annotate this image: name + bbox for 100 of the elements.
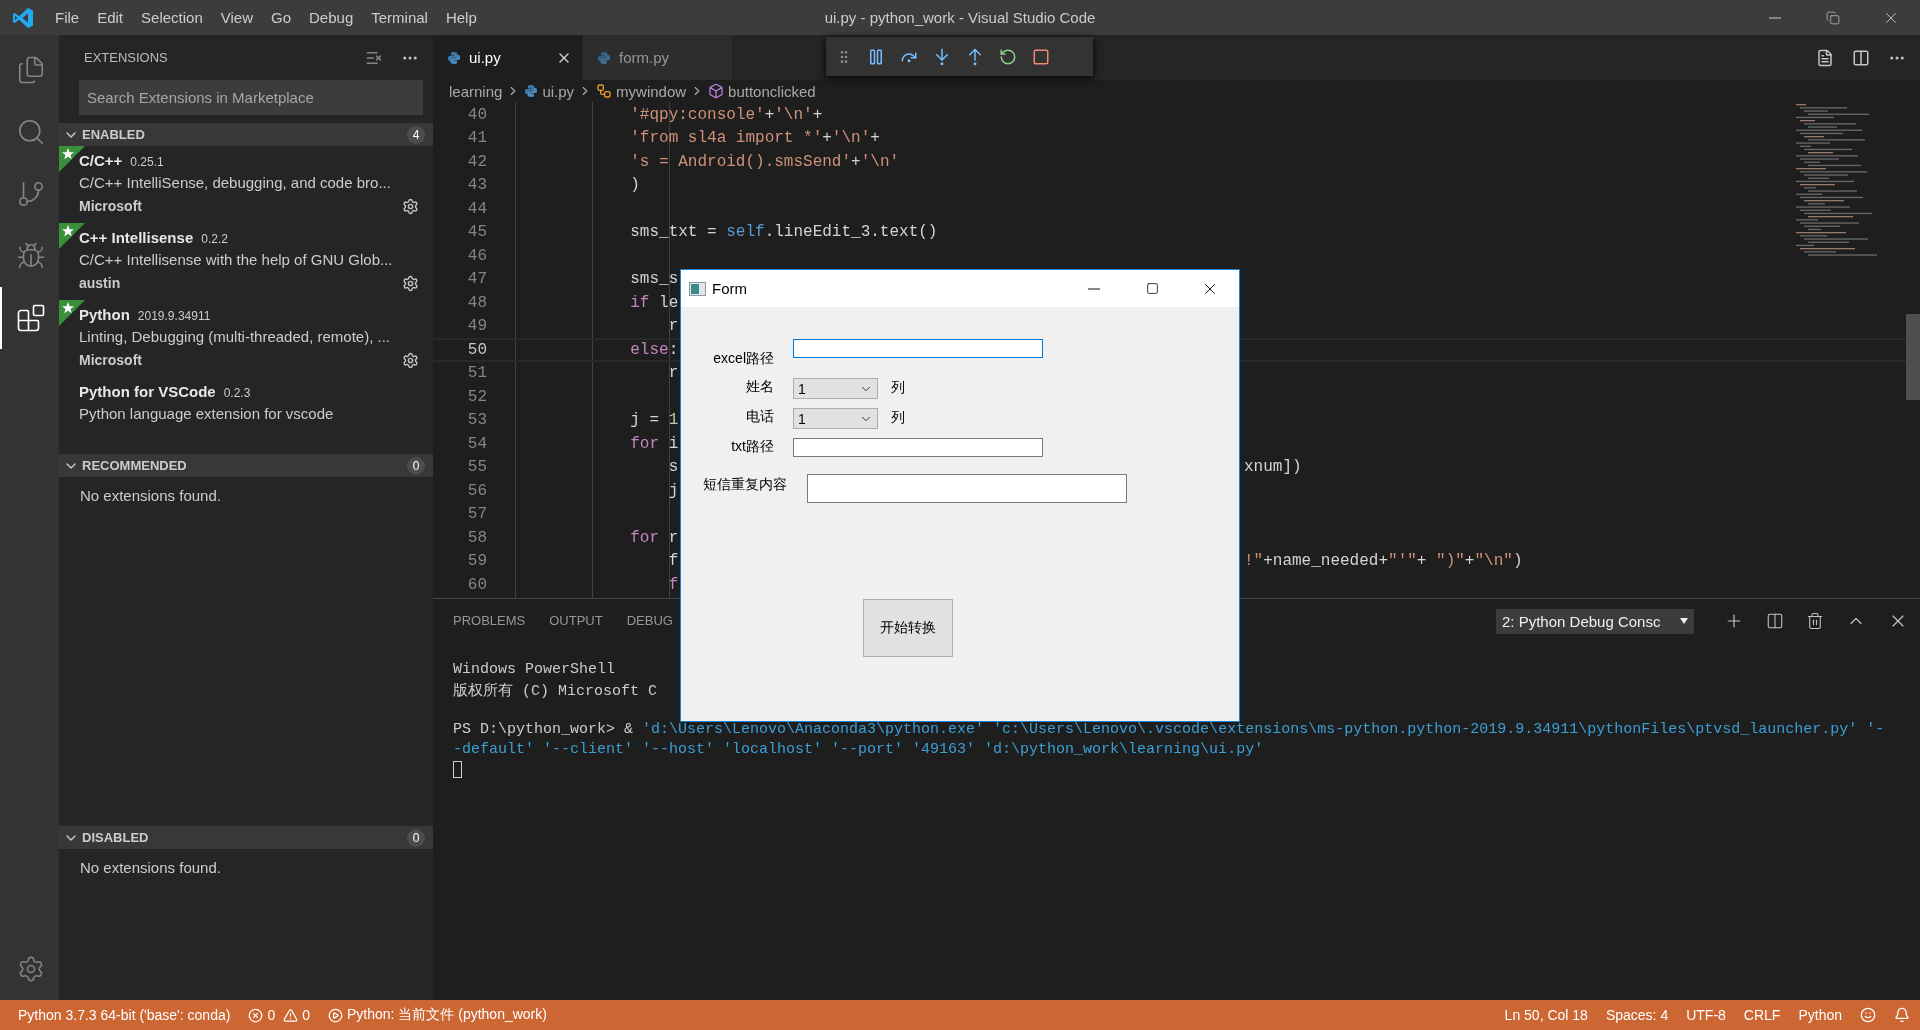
status-item[interactable]: Python 3.7.3 64-bit ('base': conda): [18, 1007, 231, 1023]
status-item[interactable]: CRLF: [1743, 1007, 1781, 1023]
extension-name: Python: [79, 306, 130, 323]
line-number: 45: [466, 223, 487, 242]
extension-name: C/C++: [79, 152, 123, 169]
status-item[interactable]: Ln 50, Col 18: [1504, 1007, 1588, 1023]
extension-publisher: Microsoft: [79, 352, 142, 368]
file-icon[interactable]: [1816, 48, 1834, 67]
debug-status[interactable]: Python: 当前文件 (python_work): [327, 1006, 547, 1024]
extension-item[interactable]: C++ Intellisense 0.2.2 C/C++ Intellisense with the help of GNU Glob... austin: [59, 223, 433, 300]
extension-publisher: austin: [79, 275, 121, 291]
menu-item[interactable]: Help: [436, 9, 486, 26]
pause-icon[interactable]: [867, 47, 885, 66]
problems-status[interactable]: 0 0: [248, 1007, 310, 1023]
menu-item[interactable]: Go: [262, 9, 300, 26]
app-logo-icon: [12, 6, 34, 29]
section-header[interactable]: RECOMMENDED 0: [59, 454, 433, 477]
menu-item[interactable]: Selection: [132, 9, 212, 26]
line-number: 43: [466, 176, 487, 195]
maximize-icon: [1145, 282, 1159, 295]
window-title: ui.py - python_work - Visual Studio Code: [824, 9, 1096, 26]
stop-icon[interactable]: [1032, 47, 1050, 66]
input-field[interactable]: [807, 474, 1127, 503]
status-item[interactable]: Spaces: 4: [1605, 1007, 1669, 1023]
breadcrumb-item[interactable]: ui.py: [542, 82, 575, 100]
smiley-icon[interactable]: [1860, 1007, 1876, 1023]
extension-publisher: Microsoft: [79, 198, 142, 214]
line-number: 40: [466, 105, 487, 124]
combo-box[interactable]: 1: [793, 408, 878, 429]
section-title: RECOMMENDED: [82, 458, 188, 473]
field-label: 短信重复内容: [703, 475, 787, 494]
terminal-line: PS D:\python_work> & 'd:\Users\Lenovo\Anaconda3\python.exe' 'c:\Users\Lenovo\.vscode\extensions\ms-python.python-2019.9.34911\pythonFiles\ptvsd_launcher.py' '-: [453, 721, 1886, 740]
step-into-icon[interactable]: [933, 47, 951, 66]
panel-tab[interactable]: OUTPUT: [549, 613, 603, 629]
breadcrumb-item[interactable]: learning: [449, 82, 503, 100]
code-line: '#qpy:console'+'\n'+: [629, 105, 823, 124]
extension-item[interactable]: Python for VSCode 0.2.3 Python language extension for vscode: [59, 377, 433, 454]
section-title: DISABLED: [82, 830, 150, 845]
breadcrumb-item[interactable]: buttonclicked: [728, 82, 816, 100]
line-number: 54: [466, 434, 487, 453]
bell-icon[interactable]: [1894, 1007, 1910, 1023]
menu-item[interactable]: Edit: [88, 9, 133, 26]
extension-version: 0.2.2: [201, 232, 228, 246]
trash-icon[interactable]: [1806, 612, 1824, 630]
section-header[interactable]: ENABLED 4: [59, 123, 433, 146]
terminal-cursor: [453, 761, 462, 778]
menu-item[interactable]: Debug: [300, 9, 363, 26]
split-editor-icon[interactable]: [1852, 48, 1870, 67]
code-line: if le: [629, 293, 679, 312]
split-icon[interactable]: [1766, 612, 1784, 630]
minimize-icon: [1769, 16, 1781, 19]
search-field[interactable]: Search Extensions in Marketplace: [79, 80, 423, 115]
terminal-line: Windows PowerShell: [453, 661, 617, 680]
line-number: 59: [466, 552, 487, 571]
menu-item[interactable]: Terminal: [362, 9, 437, 26]
extension-name: C++ Intellisense: [79, 229, 194, 246]
settings-icon[interactable]: [402, 274, 419, 292]
editor-tab[interactable]: form.py: [583, 35, 733, 80]
code-line: 's = Android().smsSend'+'\n': [629, 152, 900, 171]
line-number: 57: [466, 505, 487, 524]
field-label: excel路径: [712, 349, 774, 368]
section-header[interactable]: DISABLED 0: [59, 826, 433, 849]
line-number: 47: [466, 270, 487, 289]
unit-label: 列: [891, 378, 905, 397]
extension-description: C/C++ Intellisense with the help of GNU Glob...: [79, 251, 394, 270]
code-line: xnum]): [1244, 458, 1302, 477]
input-field[interactable]: [793, 438, 1043, 457]
combo-box[interactable]: 1: [793, 378, 878, 399]
menu-item[interactable]: View: [211, 9, 262, 26]
panel-tab[interactable]: DEBUG: [626, 613, 673, 629]
scrollbar-thumb[interactable]: [1906, 314, 1920, 400]
line-number: 53: [466, 411, 487, 430]
code-line: f: [667, 552, 679, 571]
field-label: txt路径: [730, 438, 774, 456]
count-badge: 4: [407, 125, 425, 144]
step-out-icon[interactable]: [966, 47, 984, 66]
restart-icon[interactable]: [999, 47, 1017, 66]
line-number: 44: [466, 199, 487, 218]
code-line: !"+name_needed+"'"+ ")"+"\n"): [1244, 552, 1523, 571]
status-item[interactable]: Python: [1798, 1007, 1842, 1023]
extension-item[interactable]: Python 2019.9.34911 Linting, Debugging (multi-threaded, remote), ... Microsoft: [59, 300, 433, 377]
extension-item[interactable]: C/C++ 0.25.1 C/C++ IntelliSense, debugging, and code bro... Microsoft: [59, 146, 433, 223]
terminal-dropdown[interactable]: 2: Python Debug Consc: [1496, 608, 1694, 634]
python-file-icon: [447, 50, 461, 65]
code-line: for i: [629, 434, 679, 453]
extension-description: Linting, Debugging (multi-threaded, remote), ...: [79, 328, 391, 347]
editor-tab[interactable]: ui.py: [433, 35, 583, 80]
convert-button[interactable]: 开始转换: [863, 599, 953, 657]
python-file-icon: [524, 84, 539, 98]
settings-icon[interactable]: [402, 197, 419, 215]
status-item[interactable]: UTF-8: [1686, 1007, 1726, 1023]
menu-item[interactable]: File: [46, 9, 89, 26]
panel-tab[interactable]: PROBLEMS: [453, 613, 526, 629]
input-field[interactable]: [793, 339, 1043, 358]
settings-icon[interactable]: [402, 351, 419, 369]
code-line: sms_s: [629, 270, 679, 289]
extension-description: Python language extension for vscode: [79, 405, 335, 424]
line-number: 56: [466, 481, 487, 500]
extension-name: Python for VSCode: [79, 383, 216, 400]
breadcrumb-item[interactable]: mywindow: [616, 82, 687, 100]
